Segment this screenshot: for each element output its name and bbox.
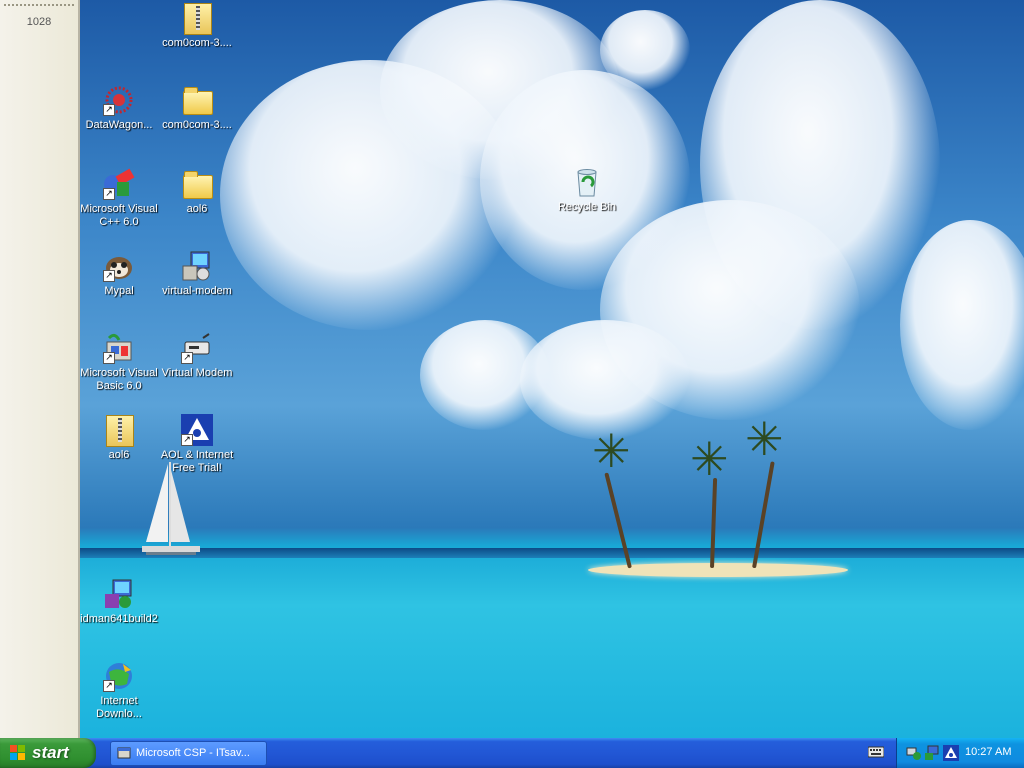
start-label: start — [32, 743, 69, 762]
horizon — [80, 548, 1024, 558]
left-docked-panel[interactable]: 1028 — [0, 0, 80, 738]
virtual-modem-desktop-icon[interactable]: ↗ Virtual Modem — [158, 332, 236, 380]
idman-desktop-icon[interactable]: idman641build2 — [80, 578, 158, 626]
icon-label: Virtual Modem — [161, 367, 233, 379]
zip-folder-icon — [181, 2, 213, 35]
shortcut-arrow-icon: ↗ — [181, 352, 193, 364]
datawagon-icon: ↗ — [103, 84, 135, 116]
app-window-icon — [117, 747, 131, 759]
aol6-folder-desktop-icon[interactable]: aol6 — [158, 168, 236, 216]
aol-tray-icon[interactable] — [943, 745, 959, 761]
taskbar: start Microsoft CSP - ITsav... 10:27 AM — [0, 738, 1024, 768]
modem-icon: ↗ — [181, 332, 213, 364]
recycle-bin-icon — [571, 166, 603, 198]
shortcut-arrow-icon: ↗ — [103, 188, 115, 200]
sailboat — [142, 462, 200, 555]
com0com-zip-desktop-icon[interactable]: com0com-3.... — [158, 2, 236, 50]
icon-label: com0com-3.... — [162, 119, 232, 131]
network-icon[interactable] — [905, 745, 921, 761]
panel-number: 1028 — [26, 16, 52, 28]
datawagon-desktop-icon[interactable]: ↗ DataWagon... — [80, 84, 158, 132]
shortcut-arrow-icon: ↗ — [103, 104, 115, 116]
windows-logo-icon — [10, 745, 25, 760]
virtual-modem-installer-desktop-icon[interactable]: virtual-modem — [158, 250, 236, 298]
folder-icon — [181, 168, 213, 200]
system-tray: 10:27 AM — [896, 738, 1024, 768]
aol6-zip-desktop-icon[interactable]: aol6 — [80, 414, 158, 462]
desktop: ✳ ✳ ✳ ↗ DataWagon... ↗ Microsoft Visual … — [0, 0, 1024, 738]
icon-label: Microsoft Visual Basic 6.0 — [80, 367, 158, 392]
icon-label: virtual-modem — [162, 285, 232, 297]
icon-label: DataWagon... — [85, 119, 153, 131]
wallpaper-cloud — [520, 320, 690, 440]
installer-tray-icon[interactable] — [924, 745, 940, 761]
visual-basic-icon: ↗ — [103, 332, 135, 364]
globe-download-icon: ↗ — [103, 660, 135, 692]
icon-label: Microsoft Visual C++ 6.0 — [80, 203, 158, 228]
visual-basic-desktop-icon[interactable]: ↗ Microsoft Visual Basic 6.0 — [80, 332, 158, 393]
mypal-desktop-icon[interactable]: ↗ Mypal — [80, 250, 158, 298]
icon-label: Internet Downlo... — [96, 695, 142, 720]
icon-label: idman641build2 — [80, 613, 158, 625]
shortcut-arrow-icon: ↗ — [181, 434, 193, 446]
com0com-folder-desktop-icon[interactable]: com0com-3.... — [158, 84, 236, 132]
taskbar-item-microsoft-csp[interactable]: Microsoft CSP - ITsav... — [110, 741, 267, 766]
icon-label: Mypal — [104, 285, 134, 297]
palm-crown: ✳ — [690, 433, 729, 485]
icon-label: Recycle Bin — [557, 201, 617, 213]
palm-crown: ✳ — [592, 425, 631, 477]
visual-cpp-desktop-icon[interactable]: ↗ Microsoft Visual C++ 6.0 — [80, 168, 158, 229]
aol-trial-desktop-icon[interactable]: ↗ AOL & Internet Free Trial! — [158, 414, 236, 475]
icon-label: aol6 — [108, 449, 130, 461]
icon-label: aol6 — [186, 203, 208, 215]
keyboard-icon[interactable] — [868, 746, 884, 758]
clock[interactable]: 10:27 AM — [965, 746, 1011, 758]
start-button[interactable]: start — [0, 738, 96, 768]
taskbar-item-label: Microsoft CSP - ITsav... — [136, 747, 250, 759]
internet-download-desktop-icon[interactable]: ↗ Internet Downlo... — [80, 660, 158, 721]
zip-folder-icon — [103, 414, 135, 447]
icon-label: com0com-3.... — [162, 37, 232, 49]
installer-icon — [181, 250, 213, 282]
palm-crown: ✳ — [745, 413, 784, 465]
visual-cpp-icon: ↗ — [103, 168, 135, 200]
installer-icon — [103, 578, 135, 610]
folder-icon — [181, 84, 213, 116]
mypal-raccoon-icon: ↗ — [103, 250, 135, 282]
aol-triangle-icon: ↗ — [181, 414, 213, 446]
wallpaper-cloud — [900, 220, 1024, 430]
panel-grip[interactable] — [4, 4, 74, 10]
wallpaper-cloud — [600, 10, 690, 90]
icon-label: AOL & Internet Free Trial! — [160, 449, 234, 474]
shortcut-arrow-icon: ↗ — [103, 352, 115, 364]
shortcut-arrow-icon: ↗ — [103, 270, 115, 282]
recycle-bin-desktop-icon[interactable]: Recycle Bin — [548, 166, 626, 214]
shortcut-arrow-icon: ↗ — [103, 680, 115, 692]
